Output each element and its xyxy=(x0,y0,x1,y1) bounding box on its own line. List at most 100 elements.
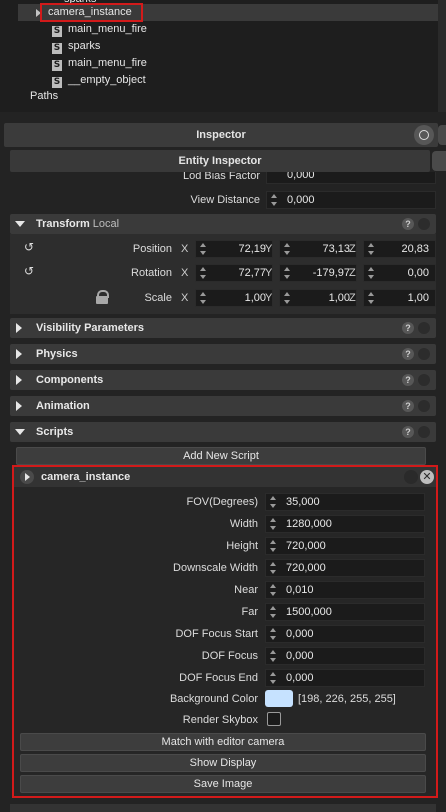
axis-z-label: Z xyxy=(349,292,356,304)
position-z-field[interactable]: 20,83 xyxy=(363,240,436,258)
help-icon[interactable]: ? xyxy=(402,426,414,438)
scale-z-value: 1,00 xyxy=(407,292,429,304)
help-icon[interactable]: ? xyxy=(402,374,414,386)
add-new-script-button[interactable]: Add New Script xyxy=(16,447,426,465)
help-icon[interactable]: ? xyxy=(402,400,414,412)
lod-label: Lod Bias Factor xyxy=(182,172,260,182)
visibility-title: Visibility Parameters xyxy=(36,322,145,334)
entity-inspector-title: Entity Inspector xyxy=(178,155,262,167)
components-title: Components xyxy=(36,374,104,386)
tree-item-sparks[interactable]: Ssparks xyxy=(52,38,100,55)
lod-field[interactable]: 0,000 xyxy=(266,172,436,184)
spinner-icon[interactable] xyxy=(200,292,206,304)
physics-title: Physics xyxy=(36,348,78,360)
physics-section-header[interactable]: Physics ? xyxy=(10,344,436,364)
script-icon: S xyxy=(52,26,62,37)
axis-y-label: Y xyxy=(265,243,273,255)
spinner-icon[interactable] xyxy=(368,267,374,279)
animation-title: Animation xyxy=(36,400,90,412)
scale-x-value: 1,00 xyxy=(244,292,266,304)
rotation-y-field[interactable]: -179,97 xyxy=(279,264,357,282)
components-section-header[interactable]: Components ? xyxy=(10,370,436,390)
help-icon[interactable]: ? xyxy=(402,218,414,230)
animation-section-header[interactable]: Animation ? xyxy=(10,396,436,416)
rotation-label: Rotation xyxy=(131,267,172,279)
tree-item-main-menu-fire[interactable]: Smain_menu_fire xyxy=(52,21,147,38)
tree-item-label: __empty_object xyxy=(68,74,146,86)
script-icon: S xyxy=(52,43,62,54)
spinner-icon[interactable] xyxy=(271,194,277,206)
spinner-icon[interactable] xyxy=(284,243,290,255)
spinner-icon[interactable] xyxy=(200,267,206,279)
axis-x-label: X xyxy=(181,292,189,304)
rotation-y-value: -179,97 xyxy=(312,267,350,279)
tree-item-main-menu-fire-2[interactable]: Smain_menu_fire xyxy=(52,55,147,72)
tree-scrollbar[interactable] xyxy=(438,0,446,112)
scale-z-field[interactable]: 1,00 xyxy=(363,289,436,307)
position-x-value: 72,19 xyxy=(238,243,266,255)
script-icon: S xyxy=(52,77,62,88)
scale-y-field[interactable]: 1,00 xyxy=(279,289,357,307)
transform-title-text: Transform xyxy=(36,218,90,230)
lod-row: Lod Bias Factor 0,000 xyxy=(0,172,446,184)
view-distance-value: 0,000 xyxy=(287,194,315,206)
scripts-title: Scripts xyxy=(36,426,74,438)
spinner-icon[interactable] xyxy=(200,243,206,255)
script-icon: S xyxy=(52,60,62,71)
expand-arrow-icon xyxy=(16,349,22,359)
expand-arrow-icon xyxy=(16,375,22,385)
toggle-icon[interactable] xyxy=(418,348,430,360)
transform-section-header[interactable]: Transform Local ? xyxy=(10,214,436,234)
position-y-field[interactable]: 73,13 xyxy=(279,240,357,258)
axis-y-label: Y xyxy=(265,267,273,279)
tree-item-label: main_menu_fire xyxy=(68,23,147,35)
scripts-section-header[interactable]: Scripts ? xyxy=(10,422,436,442)
help-icon[interactable]: ? xyxy=(402,348,414,360)
tree-item-label: main_menu_fire xyxy=(68,57,147,69)
entity-side-button[interactable] xyxy=(432,151,446,171)
spinner-icon[interactable] xyxy=(368,243,374,255)
spinner-icon[interactable] xyxy=(368,292,374,304)
toggle-icon[interactable] xyxy=(418,322,430,334)
axis-z-label: Z xyxy=(349,267,356,279)
rotation-z-field[interactable]: 0,00 xyxy=(363,264,436,282)
rotation-x-value: 72,77 xyxy=(238,267,266,279)
tree-item-empty-object[interactable]: S __empty_object xyxy=(52,72,146,89)
tree-item-label: sparks xyxy=(68,40,101,52)
collapse-arrow-icon xyxy=(15,221,25,227)
spinner-icon[interactable] xyxy=(284,267,290,279)
tree-item-label: Paths xyxy=(30,90,59,102)
position-label: Position xyxy=(132,243,172,255)
view-distance-field[interactable]: 0,000 xyxy=(266,191,436,209)
view-distance-label: View Distance xyxy=(190,194,261,206)
transform-title: Transform Local xyxy=(36,214,119,234)
inspector-side-button[interactable] xyxy=(438,125,446,145)
reset-rotation-icon[interactable]: ↺ xyxy=(24,264,34,278)
help-icon[interactable]: ? xyxy=(402,322,414,334)
toggle-icon[interactable] xyxy=(418,400,430,412)
spinner-icon[interactable] xyxy=(284,292,290,304)
highlight-box xyxy=(40,3,143,22)
inspector-settings-icon[interactable] xyxy=(414,125,434,145)
scale-x-field[interactable]: 1,00 xyxy=(195,289,273,307)
rotation-x-field[interactable]: 72,77 xyxy=(195,264,273,282)
scale-y-value: 1,00 xyxy=(328,292,350,304)
inspector-header: Inspector xyxy=(4,123,438,147)
visibility-section-header[interactable]: Visibility Parameters ? xyxy=(10,318,436,338)
axis-z-label: Z xyxy=(349,243,356,255)
position-x-field[interactable]: 72,19 xyxy=(195,240,273,258)
inspector-title: Inspector xyxy=(196,129,246,141)
entity-inspector-header: Entity Inspector xyxy=(10,150,430,172)
next-section-header[interactable] xyxy=(10,804,436,812)
lod-value: 0,000 xyxy=(287,172,315,181)
tree-item-paths[interactable]: Paths xyxy=(30,88,58,105)
toggle-icon[interactable] xyxy=(418,374,430,386)
axis-y-label: Y xyxy=(265,292,273,304)
transform-mode: Local xyxy=(92,218,120,230)
toggle-icon[interactable] xyxy=(418,218,430,230)
scene-tree: sparks camera_instance Smain_menu_fire S… xyxy=(0,0,446,112)
position-z-value: 20,83 xyxy=(401,243,429,255)
expand-arrow-icon xyxy=(16,323,22,333)
reset-position-icon[interactable]: ↺ xyxy=(24,240,34,254)
toggle-icon[interactable] xyxy=(418,426,430,438)
